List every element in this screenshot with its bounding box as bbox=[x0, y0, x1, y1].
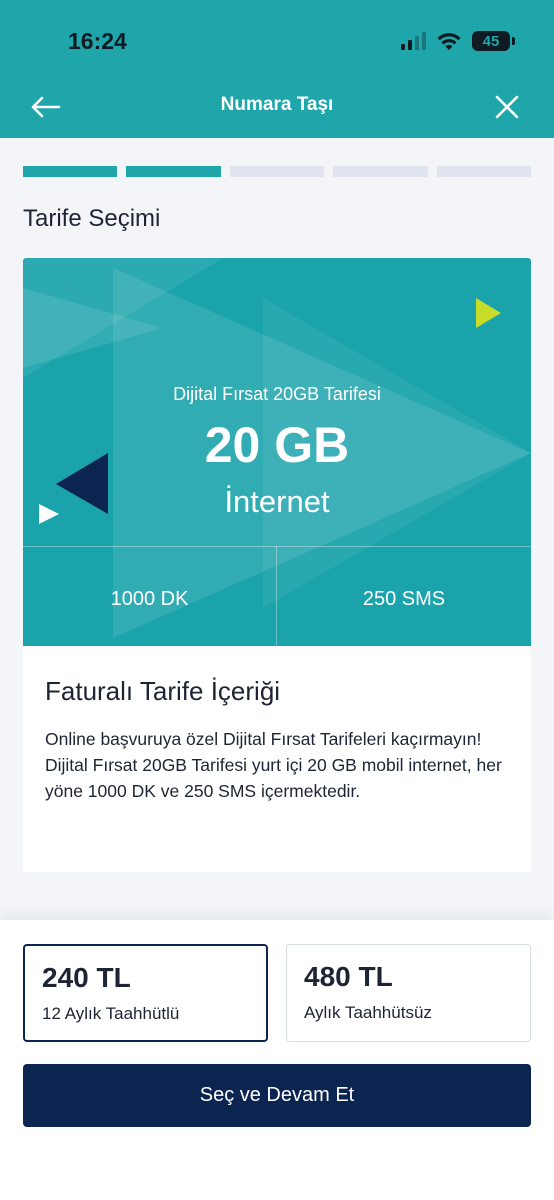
price-option-monthly[interactable]: 480 TL Aylık Taahhütsüz bbox=[286, 944, 531, 1042]
page-title: Numara Taşı bbox=[220, 94, 334, 115]
tariff-hero: Dijital Fırsat 20GB Tarifesi 20 GB İnter… bbox=[23, 258, 531, 646]
price-option-12-month[interactable]: 240 TL 12 Aylık Taahhütlü bbox=[23, 944, 268, 1042]
progress-step bbox=[229, 166, 325, 177]
price-label: 12 Aylık Taahhütlü bbox=[42, 1004, 180, 1023]
bottom-panel: 240 TL 12 Aylık Taahhütlü 480 TL Aylık T… bbox=[0, 920, 554, 1200]
close-icon bbox=[495, 95, 519, 119]
tariff-sms: 250 SMS bbox=[362, 588, 446, 610]
progress-steps bbox=[23, 166, 532, 177]
progress-step bbox=[333, 166, 428, 177]
progress-step bbox=[23, 166, 118, 177]
signal-icon bbox=[401, 32, 426, 50]
status-time: 16:24 bbox=[68, 28, 127, 54]
tariff-data-label: İnternet bbox=[224, 484, 330, 519]
progress-step bbox=[126, 166, 221, 177]
divider bbox=[23, 546, 531, 547]
tariff-minutes: 1000 DK bbox=[110, 588, 189, 610]
top-bar: 16:24 45 Numara Taşı bbox=[0, 0, 554, 138]
content-description: Online başvuruya özel Dijital Fırsat Tar… bbox=[45, 729, 502, 801]
select-continue-button[interactable]: Seç ve Devam Et bbox=[23, 1064, 531, 1127]
section-title: Tarife Seçimi bbox=[23, 205, 161, 232]
close-button[interactable] bbox=[490, 90, 524, 124]
tariff-data-amount: 20 GB bbox=[204, 417, 350, 473]
battery-icon: 45 bbox=[472, 31, 515, 51]
price-amount: 480 TL bbox=[304, 961, 393, 992]
tariff-name: Dijital Fırsat 20GB Tarifesi bbox=[173, 384, 381, 404]
status-icons: 45 bbox=[401, 28, 515, 54]
progress-step bbox=[436, 166, 532, 177]
price-amount: 240 TL bbox=[42, 962, 131, 993]
content-title: Faturalı Tarife İçeriği bbox=[45, 676, 281, 706]
wifi-icon bbox=[437, 33, 461, 50]
price-label: Aylık Taahhütsüz bbox=[304, 1003, 432, 1022]
tariff-card: Dijital Fırsat 20GB Tarifesi 20 GB İnter… bbox=[23, 258, 531, 872]
